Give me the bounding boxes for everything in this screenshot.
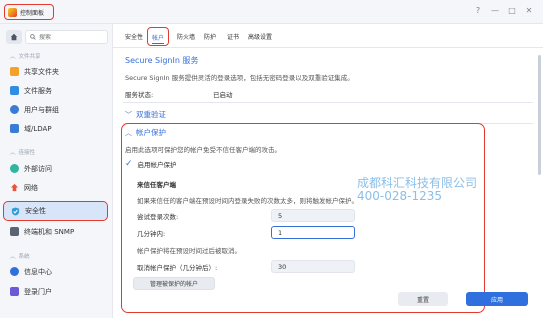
section-file-sharing[interactable]: ︿ 文件共享 <box>10 52 41 60</box>
domain-ldap-icon <box>10 124 19 133</box>
untrusted-client-heading: 来信任客户端 <box>137 181 176 189</box>
sidebar-item-shared-folder[interactable]: 共享文件夹 <box>10 65 59 78</box>
tab-protection[interactable]: 防护 <box>204 32 216 41</box>
minimize-icon[interactable]: — <box>491 6 499 15</box>
search-input[interactable] <box>39 33 99 41</box>
signin-description: Secure SignIn 服务提供灵活的登录选项，包括无密码登录以及双重验证集… <box>125 74 354 82</box>
sidebar-item-info-center[interactable]: 信息中心 <box>10 265 52 278</box>
home-button[interactable] <box>6 30 22 44</box>
main-panel: 安全性 帐户 防火墙 防护 证书 高级设置 Secure SignIn 服务 S… <box>113 24 543 318</box>
two-factor-section[interactable]: ﹀ 双重验证 <box>125 109 166 120</box>
close-icon[interactable]: ✕ <box>525 6 533 15</box>
search-box[interactable] <box>25 30 108 44</box>
enable-account-protection-checkbox[interactable]: ✓ 启用帐户保护 <box>125 159 177 169</box>
scrollbar[interactable] <box>538 55 541 175</box>
account-protection-section[interactable]: ︿ 帐户保护 <box>125 127 166 138</box>
manage-protected-accounts-button[interactable]: 管理被保护的帐户 <box>133 277 215 290</box>
signin-section-title: Secure SignIn 服务 <box>125 56 199 65</box>
tab-account[interactable]: 帐户 <box>147 27 170 46</box>
title-bar: 控制面板 ? — □ ✕ <box>0 0 543 24</box>
sidebar-item-network[interactable]: 网络 <box>10 181 38 194</box>
sidebar-item-file-services[interactable]: 文件服务 <box>10 84 52 97</box>
service-status-label: 服务状态: <box>125 91 154 99</box>
section-system[interactable]: ︿ 系统 <box>10 252 30 260</box>
tab-firewall[interactable]: 防火墙 <box>177 32 195 41</box>
sidebar-top <box>6 30 108 44</box>
reset-button[interactable]: 重置 <box>398 292 448 306</box>
divider <box>123 102 533 103</box>
control-panel-icon <box>8 7 17 17</box>
account-protection-description: 启用此选项可保护您的帐户免受不信任客户端的攻击。 <box>125 146 281 154</box>
checkmark-icon: ✓ <box>125 159 133 169</box>
security-shield-icon <box>11 206 20 216</box>
sidebar-item-terminal-snmp[interactable]: 终端机和 SNMP <box>10 225 74 238</box>
app-title-text: 控制面板 <box>20 9 45 17</box>
chevron-up-icon: ︿ <box>10 254 16 260</box>
help-icon[interactable]: ? <box>474 6 482 15</box>
cancel-after-input[interactable] <box>271 260 355 273</box>
untrusted-client-description: 如果来信任的客户端在预设时间内登录失败的次数太多，则将触发帐户保护。 <box>137 197 358 205</box>
service-status-value: 已启动 <box>213 91 233 99</box>
sidebar-item-external-access[interactable]: 外部访问 <box>10 162 52 175</box>
home-icon <box>10 33 18 41</box>
chevron-up-icon: ︿ <box>10 54 16 60</box>
sidebar-item-security[interactable]: 安全性 <box>3 201 108 221</box>
network-icon <box>10 183 19 192</box>
maximize-icon[interactable]: □ <box>508 6 516 15</box>
watermark-phone: 400-028-1235 <box>357 189 443 203</box>
chevron-down-icon: ﹀ <box>125 111 132 119</box>
sidebar-item-login-portal[interactable]: 登录门户 <box>10 285 52 298</box>
info-center-icon <box>10 267 19 276</box>
settings-content: Secure SignIn 服务 Secure SignIn 服务提供灵活的登录… <box>113 49 543 313</box>
file-services-icon <box>10 86 19 95</box>
sidebar: ︿ 文件共享 共享文件夹 文件服务 用户与群组 域/LDAP ︿ 连接性 外部访… <box>0 24 113 318</box>
cancel-after-label: 取消帐户保护（几分钟后）: <box>137 264 218 272</box>
search-icon <box>30 34 36 40</box>
sidebar-item-domain-ldap[interactable]: 域/LDAP <box>10 122 52 135</box>
app-title-tab[interactable]: 控制面板 <box>4 4 54 20</box>
login-attempts-input[interactable] <box>271 209 355 222</box>
within-minutes-label: 几分钟内: <box>137 230 166 238</box>
window-controls: ? — □ ✕ <box>474 6 533 15</box>
user-group-icon <box>10 105 19 114</box>
terminal-icon <box>10 227 19 236</box>
tab-security[interactable]: 安全性 <box>125 32 143 41</box>
shared-folder-icon <box>10 67 19 76</box>
chevron-up-icon: ︿ <box>10 150 16 156</box>
external-access-icon <box>10 164 19 173</box>
tab-certificate[interactable]: 证书 <box>227 32 239 41</box>
cancel-protection-note: 帐户保护将在预设时间过后被取消。 <box>137 247 241 255</box>
chevron-up-icon: ︿ <box>125 129 132 137</box>
login-portal-icon <box>10 287 19 296</box>
apply-button[interactable]: 应用 <box>466 292 528 306</box>
login-attempts-label: 尝试登录次数: <box>137 213 179 221</box>
within-minutes-input[interactable] <box>271 226 355 239</box>
tab-bar: 安全性 帐户 防火墙 防护 证书 高级设置 <box>113 24 543 48</box>
tab-advanced[interactable]: 高级设置 <box>248 32 272 41</box>
section-connectivity[interactable]: ︿ 连接性 <box>10 148 35 156</box>
sidebar-item-user-group[interactable]: 用户与群组 <box>10 103 59 116</box>
